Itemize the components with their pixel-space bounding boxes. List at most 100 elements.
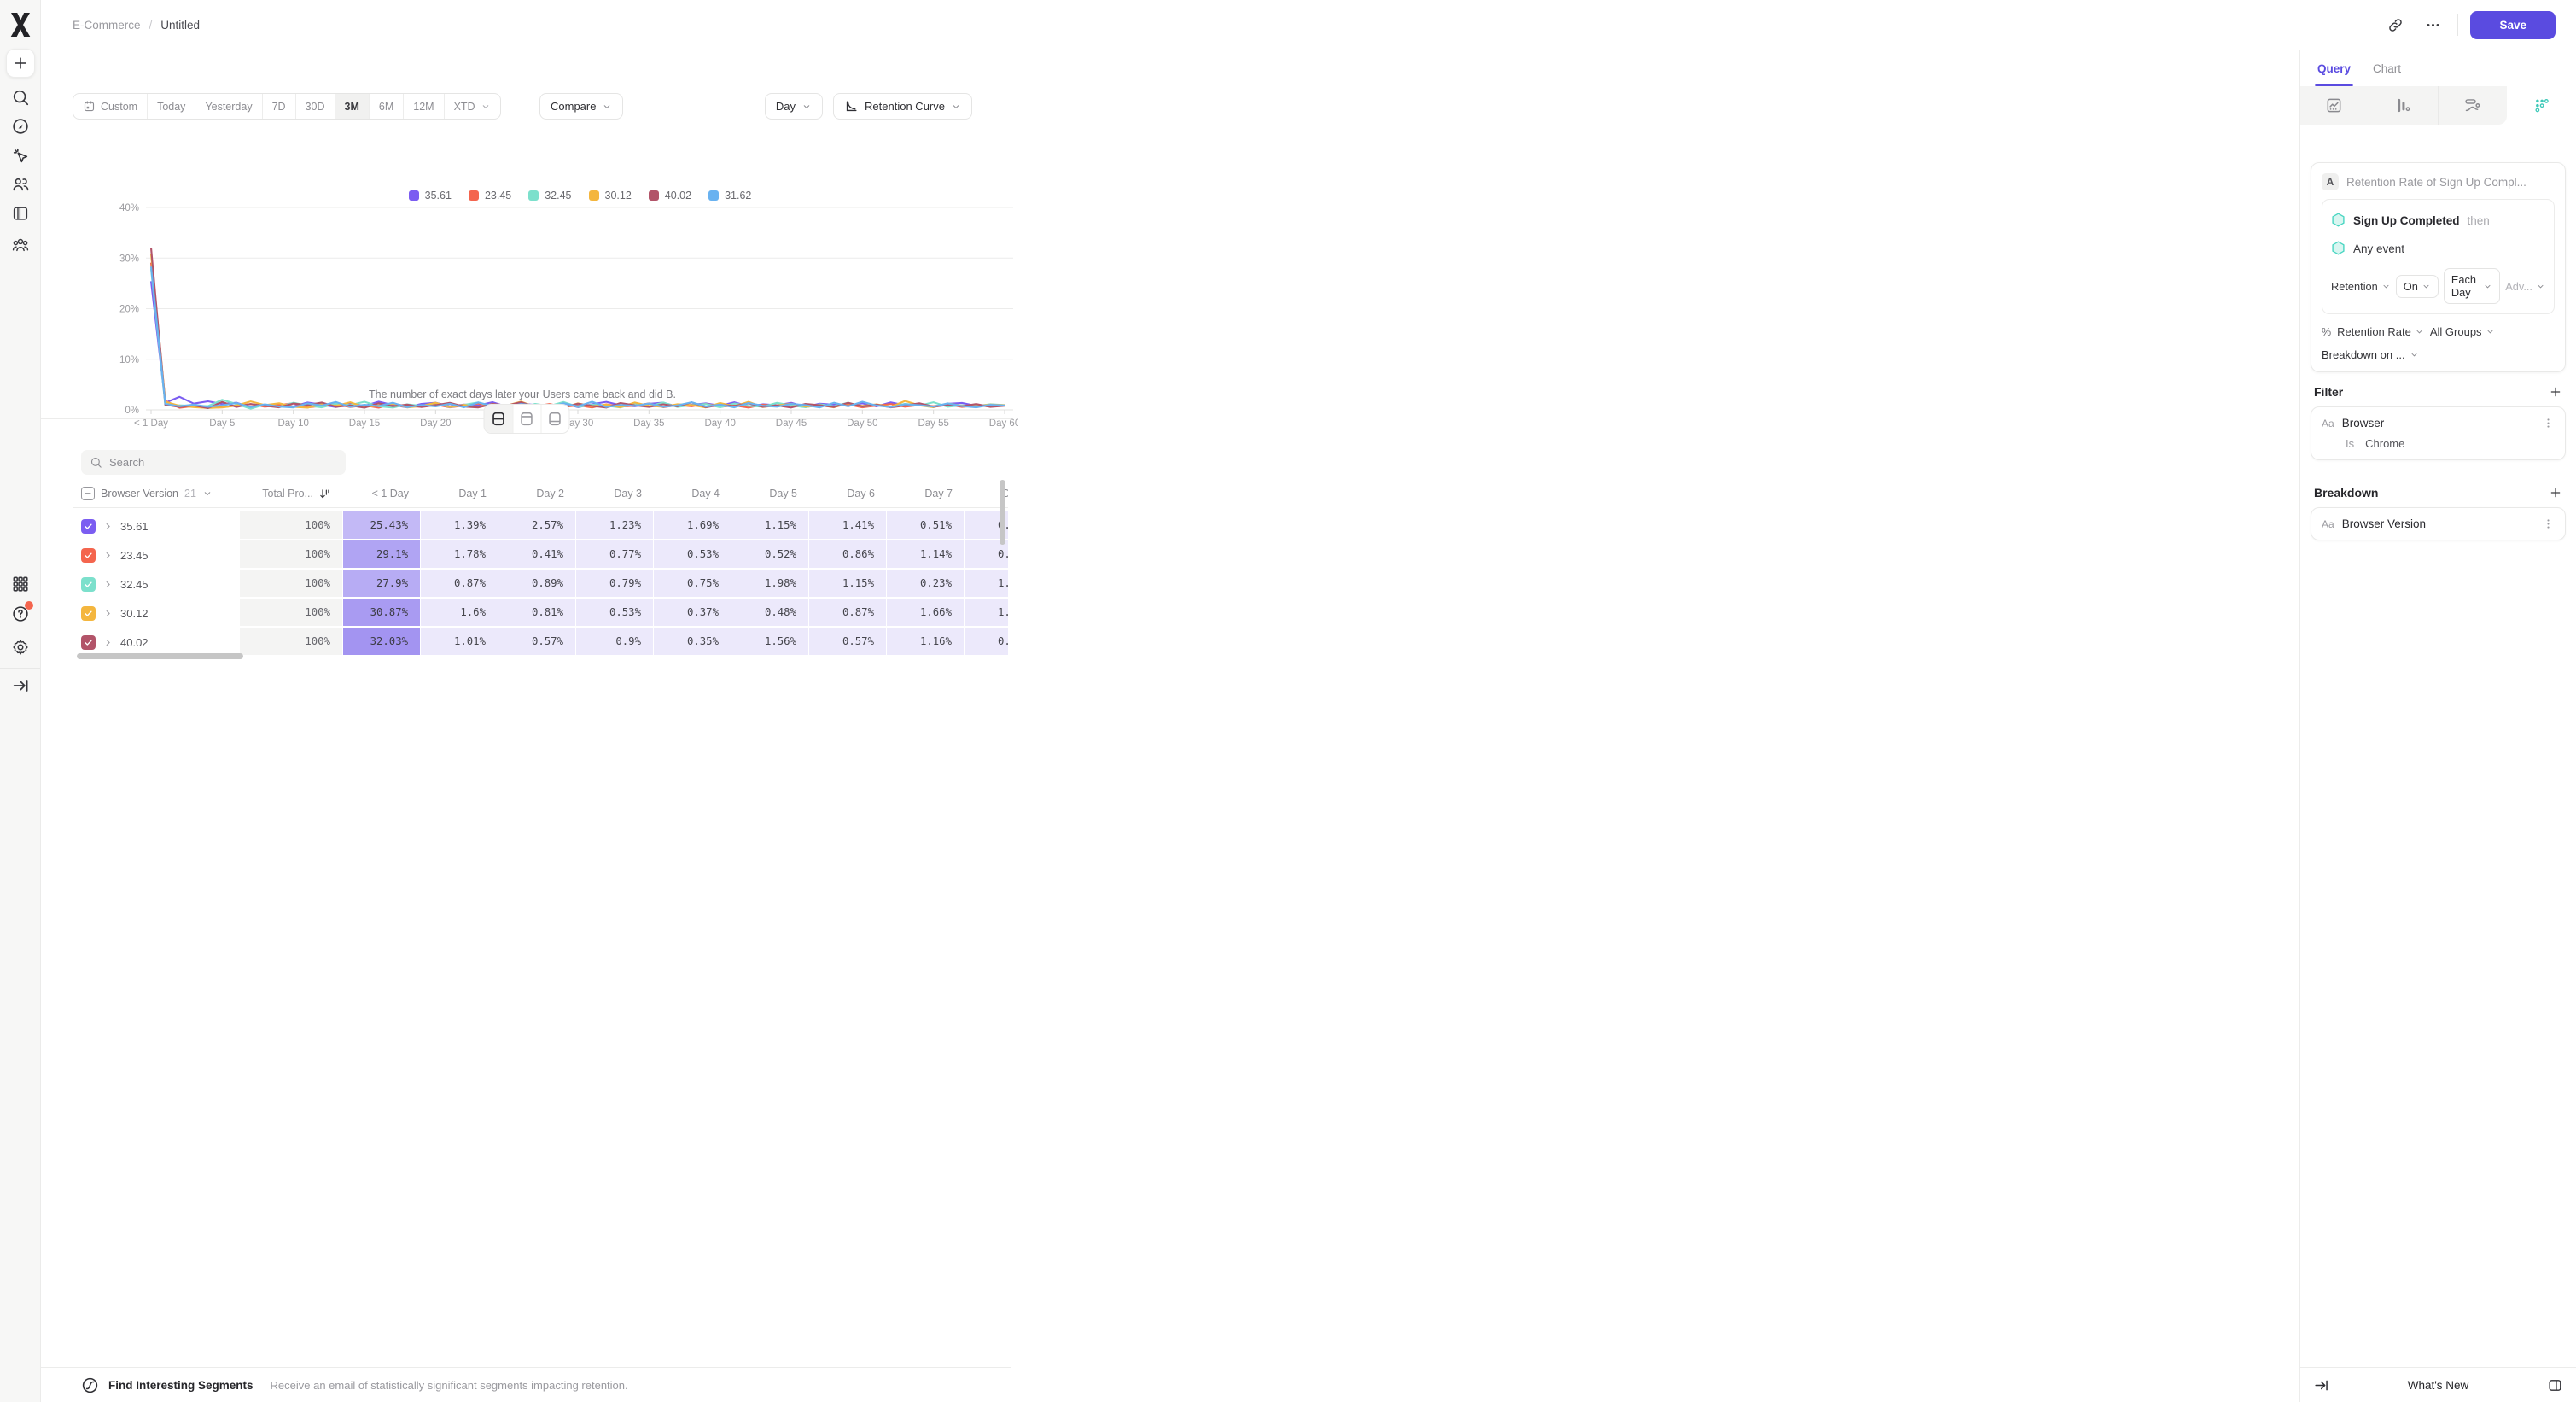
tab-query[interactable]: Query	[2317, 50, 2351, 86]
copy-link-button[interactable]	[2382, 12, 2408, 38]
add-breakdown-button[interactable]	[2549, 486, 2562, 499]
measure-dropdown[interactable]: Retention Rate	[2337, 325, 2424, 338]
retention-cell[interactable]: 0.52%	[731, 540, 809, 570]
retention-cell[interactable]: 0.35%	[654, 628, 731, 657]
range-button-custom[interactable]: Custom	[73, 94, 147, 119]
retention-cell[interactable]: 2.57%	[498, 511, 576, 540]
retention-cell[interactable]: 0.9%	[576, 628, 654, 657]
row-checkbox[interactable]	[81, 577, 96, 592]
retention-report-button[interactable]	[2507, 86, 2576, 125]
mixpanel-logo-icon[interactable]	[9, 12, 32, 38]
kebab-menu-icon[interactable]	[2542, 517, 2555, 530]
chart-type-dropdown[interactable]: Retention Curve	[833, 93, 972, 120]
day-column-header[interactable]: Day 7	[887, 480, 965, 507]
chart-only-view-button[interactable]	[512, 405, 540, 433]
row-checkbox[interactable]	[81, 606, 96, 621]
retention-cell[interactable]: 1.01%	[421, 628, 498, 657]
row-checkbox[interactable]	[81, 635, 96, 650]
range-button-6m[interactable]: 6M	[369, 94, 403, 119]
legend-item[interactable]: 30.12	[589, 190, 632, 202]
row-checkbox[interactable]	[81, 548, 96, 563]
retention-cell[interactable]: 1.69%	[654, 511, 731, 540]
retention-cell[interactable]: 0.41%	[498, 540, 576, 570]
funnels-report-button[interactable]	[2369, 86, 2439, 125]
day-column-header[interactable]: Day 4	[654, 480, 731, 507]
search-input[interactable]	[109, 456, 337, 469]
retention-cell[interactable]: 0.87%	[809, 599, 887, 628]
retention-cell[interactable]: 30.87%	[343, 599, 421, 628]
range-button-3m[interactable]: 3M	[335, 94, 369, 119]
range-button-yesterday[interactable]: Yesterday	[195, 94, 261, 119]
range-button-7d[interactable]: 7D	[262, 94, 295, 119]
table-row[interactable]: 40.02100%32.03%1.01%0.57%0.9%0.35%1.56%0…	[73, 628, 1008, 657]
return-event-row[interactable]: Any event	[2331, 237, 2545, 260]
create-new-button[interactable]	[6, 49, 35, 78]
retention-cell[interactable]: 27.9%	[343, 570, 421, 599]
breadcrumb-project[interactable]: E-Commerce	[73, 19, 141, 32]
retention-cell[interactable]: 0.57%	[965, 628, 1008, 657]
compare-button[interactable]: Compare	[539, 93, 623, 120]
retention-cell[interactable]: 1.12%	[965, 599, 1008, 628]
boards-icon[interactable]	[11, 204, 30, 223]
filter-operator[interactable]: Is	[2346, 437, 2354, 450]
legend-item[interactable]: 23.45	[469, 190, 511, 202]
retention-cell[interactable]: 29.1%	[343, 540, 421, 570]
total-column-header[interactable]: Total Pro...	[240, 480, 343, 507]
filter-value[interactable]: Chrome	[2365, 437, 2404, 450]
events-cursor-icon[interactable]	[11, 146, 30, 165]
search-icon[interactable]	[11, 88, 30, 107]
add-filter-button[interactable]	[2549, 385, 2562, 399]
filter-property-name[interactable]: Browser	[2342, 417, 2385, 429]
retention-cell[interactable]: 1.41%	[809, 511, 887, 540]
retention-cell[interactable]: 1.66%	[887, 599, 965, 628]
panel-columns-icon[interactable]	[2547, 1377, 2563, 1393]
day-column-header[interactable]: Day 3	[576, 480, 654, 507]
vertical-scrollbar[interactable]	[1000, 480, 1005, 545]
retention-cell[interactable]: 1.98%	[731, 570, 809, 599]
table-row[interactable]: 30.12100%30.87%1.6%0.81%0.53%0.37%0.48%0…	[73, 599, 1008, 628]
retention-cell[interactable]: 0.86%	[809, 540, 887, 570]
whats-new-link[interactable]: What's New	[2300, 1379, 2576, 1392]
interval-dropdown[interactable]: Each Day	[2444, 268, 2500, 304]
retention-cell[interactable]: 1.15%	[731, 511, 809, 540]
table-row[interactable]: 35.61100%25.43%1.39%2.57%1.23%1.69%1.15%…	[73, 511, 1008, 540]
find-segments-link[interactable]: Find Interesting Segments	[108, 1379, 254, 1392]
retention-cell[interactable]: 0.23%	[887, 570, 965, 599]
retention-cell[interactable]: 0.57%	[809, 628, 887, 657]
retention-cell[interactable]: 25.43%	[343, 511, 421, 540]
day-column-header[interactable]: Day 5	[731, 480, 809, 507]
flows-report-button[interactable]	[2439, 86, 2508, 125]
horizontal-scrollbar[interactable]	[77, 653, 243, 659]
insights-report-button[interactable]	[2300, 86, 2369, 125]
retention-cell[interactable]: 1.56%	[731, 628, 809, 657]
cohorts-icon[interactable]	[11, 236, 30, 254]
kebab-menu-icon[interactable]	[2542, 417, 2555, 429]
retention-cell[interactable]: 0.77%	[576, 540, 654, 570]
table-row[interactable]: 23.45100%29.1%1.78%0.41%0.77%0.53%0.52%0…	[73, 540, 1008, 570]
breakdown-property-name[interactable]: Browser Version	[2342, 517, 2426, 530]
apps-grid-icon[interactable]	[11, 575, 30, 593]
users-icon[interactable]	[11, 175, 30, 194]
retention-cell[interactable]: 0.75%	[654, 570, 731, 599]
compass-explore-icon[interactable]	[11, 117, 30, 136]
breakdown-on-dropdown[interactable]: Breakdown on ...	[2322, 348, 2555, 361]
retention-cell[interactable]: 1.15%	[809, 570, 887, 599]
row-checkbox[interactable]	[81, 519, 96, 534]
table-only-view-button[interactable]	[540, 405, 568, 433]
day-column-header[interactable]: < 1 Day	[343, 480, 421, 507]
retention-cell[interactable]: 1.23%	[576, 511, 654, 540]
retention-cell[interactable]: 0.48%	[731, 599, 809, 628]
first-event-row[interactable]: Sign Up Completed then	[2331, 209, 2545, 231]
retention-cell[interactable]: 1.39%	[421, 511, 498, 540]
retention-cell[interactable]: 0.87%	[421, 570, 498, 599]
retention-cell[interactable]: 0.53%	[576, 599, 654, 628]
settings-gear-icon[interactable]	[11, 638, 30, 657]
range-button-12m[interactable]: 12M	[403, 94, 443, 119]
group-column-header[interactable]: Browser Version21	[73, 480, 240, 507]
expand-sidebar-icon[interactable]	[11, 676, 30, 695]
day-column-header[interactable]: Day 2	[498, 480, 576, 507]
range-button-today[interactable]: Today	[147, 94, 195, 119]
granularity-dropdown[interactable]: Day	[765, 93, 823, 120]
day-column-header[interactable]: Day 1	[421, 480, 498, 507]
legend-item[interactable]: 32.45	[528, 190, 571, 202]
